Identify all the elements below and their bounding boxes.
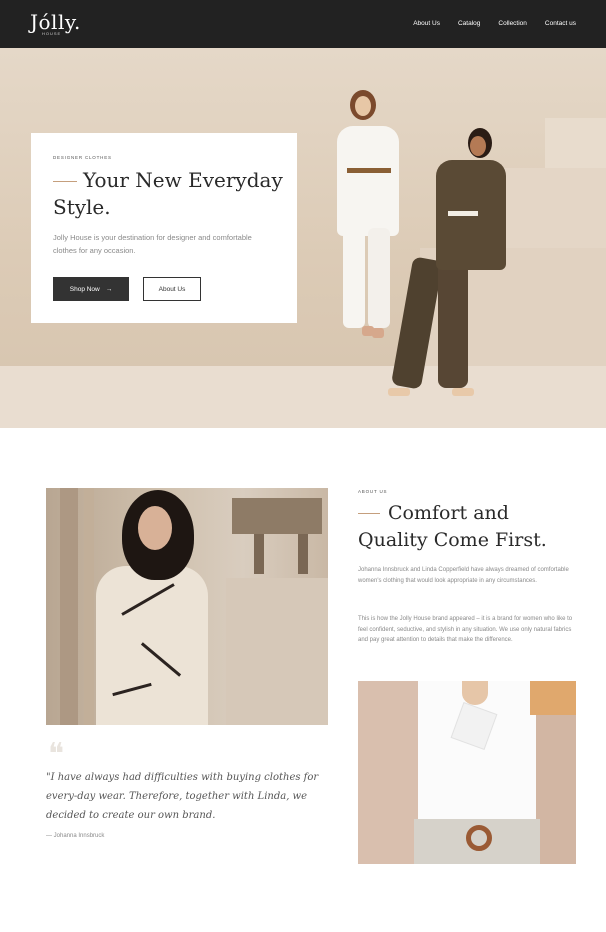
hero-step [500,168,606,248]
model-shoe [452,388,474,396]
site-header: Jólly. HOUSE About Us Catalog Collection… [0,0,606,48]
model-white-jumpsuit [337,126,399,236]
hero-floor [0,366,606,428]
model-face [470,136,486,156]
model-belt [347,168,391,173]
background-wall [226,578,328,725]
belt-buckle [466,825,492,851]
shop-now-button[interactable]: Shop Now → [53,277,129,301]
shop-now-label: Shop Now [69,285,100,293]
main-nav: About Us Catalog Collection Contact us [413,20,576,27]
model-dress [96,566,208,725]
quote-icon: ❝ [48,737,65,772]
nav-catalog[interactable]: Catalog [458,20,480,27]
hero-description: Jolly House is your destination for desi… [53,233,252,255]
model-face [138,506,172,550]
about-paragraph: Johanna Innsbruck and Linda Copperfield … [358,567,569,584]
model-hair [530,681,576,715]
hero-step [545,118,606,168]
balcony-support [298,534,308,574]
about-paragraph: This is how the Jolly House brand appear… [358,616,573,643]
background-balcony [232,498,322,534]
model-face [355,96,371,116]
model-shoe [372,328,384,338]
hero-eyebrow: DESIGNER CLOTHES [53,155,112,160]
nav-contact-us[interactable]: Contact us [545,20,576,27]
model-leg [343,228,365,328]
background-column [60,488,78,725]
nav-about-us[interactable]: About Us [413,20,440,27]
hero-title: Your New Everyday Style. [53,168,283,219]
about-us-label: About Us [158,285,186,293]
about-photo-outfit [358,681,576,864]
brand-logo-subtitle: HOUSE [42,31,62,36]
balcony-support [254,534,264,574]
about-eyebrow: ABOUT US [358,489,388,494]
about-title: Comfort and Quality Come First. [358,502,547,551]
hero-card: DESIGNER CLOTHES Your New Everyday Style… [31,133,297,323]
testimonial-author: — Johanna Innsbruck [46,833,105,839]
model-belt [448,211,478,216]
about-photo-model [46,488,328,725]
model-shoe [388,388,410,396]
background-column [84,488,94,725]
arrow-right-icon: → [105,285,113,293]
model-leg [438,258,468,388]
about-us-button[interactable]: About Us [143,277,201,301]
nav-collection[interactable]: Collection [498,20,527,27]
testimonial-quote: "I have always had difficulties with buy… [46,772,319,821]
model-leg [368,228,390,328]
model-neck [462,681,488,705]
